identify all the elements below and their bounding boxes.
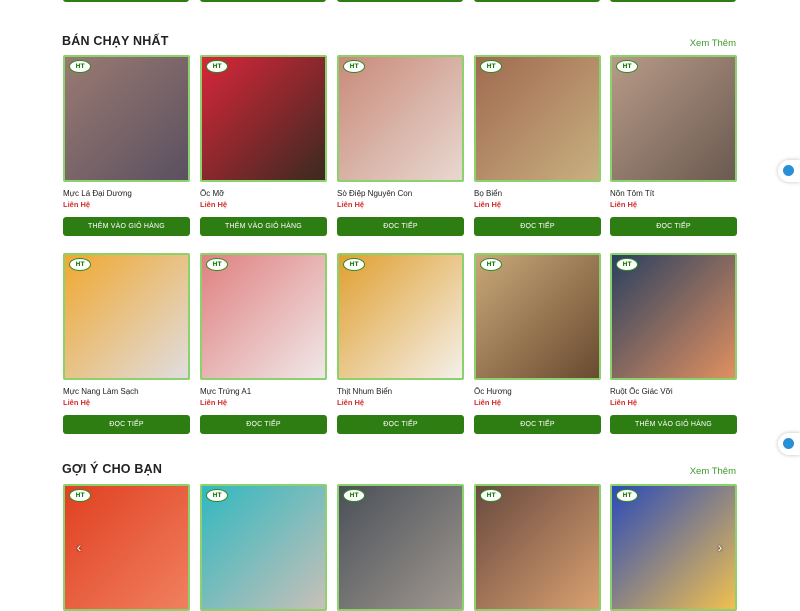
product-image[interactable]: HT [474, 55, 601, 182]
product-price: Liên Hệ [200, 398, 228, 407]
product-card[interactable]: HT Bọ Biển Liên Hệ ĐỌC TIẾP [474, 55, 601, 236]
product-photo [612, 255, 735, 378]
product-action-button[interactable]: THÊM VÀO GIỎ HÀNG [63, 217, 190, 236]
product-card[interactable]: HT Sò Điệp Nguyên Con Liên Hệ ĐỌC TIẾP [337, 55, 464, 236]
product-image[interactable]: HT [63, 55, 190, 182]
product-card[interactable]: HT Mực Trứng A1 Liên Hệ ĐỌC TIẾP [200, 253, 327, 434]
store-logo-icon: HT [616, 489, 638, 502]
product-photo [476, 255, 599, 378]
suggest-title: GỢI Ý CHO BẠN [62, 462, 163, 476]
product-image[interactable]: HT [200, 253, 327, 380]
product-card[interactable]: HT Mực Nang Làm Sạch Liên Hệ ĐỌC TIẾP [63, 253, 190, 434]
suggested-product-card[interactable]: HT [474, 484, 601, 611]
store-logo-icon: HT [343, 258, 365, 271]
product-photo [65, 57, 188, 180]
product-image[interactable]: HT [337, 55, 464, 182]
product-name[interactable]: Mực Nang Làm Sạch [63, 387, 190, 397]
product-image[interactable]: HT [474, 484, 601, 611]
product-card[interactable]: HT Thịt Nhum Biển Liên Hệ ĐỌC TIẾP [337, 253, 464, 434]
product-photo [202, 486, 325, 609]
store-logo-icon: HT [69, 258, 91, 271]
store-logo-icon: HT [480, 258, 502, 271]
product-photo [612, 57, 735, 180]
product-photo [339, 255, 462, 378]
product-action-button[interactable]: ĐỌC TIẾP [337, 415, 464, 434]
product-price: Liên Hệ [337, 398, 365, 407]
store-logo-icon: HT [343, 489, 365, 502]
product-image[interactable]: HT [610, 253, 737, 380]
product-image[interactable]: HT [474, 253, 601, 380]
product-photo [476, 57, 599, 180]
store-logo-icon: HT [69, 489, 91, 502]
product-card[interactable]: HT Ruột Ốc Giác Vỡi Liên Hệ THÊM VÀO GIỎ HÀ… [610, 253, 737, 434]
store-logo-icon: HT [616, 60, 638, 73]
product-image[interactable]: HT [337, 484, 464, 611]
store-logo-icon: HT [616, 258, 638, 271]
product-name[interactable]: Sò Điệp Nguyên Con [337, 189, 464, 199]
product-image[interactable]: HT [200, 484, 327, 611]
product-action-button[interactable]: ĐỌC TIẾP [63, 415, 190, 434]
prev-row-button-5[interactable] [610, 0, 736, 2]
store-logo-icon: HT [206, 60, 228, 73]
product-name[interactable]: Nõn Tôm Tít [610, 189, 737, 199]
product-action-button[interactable]: ĐỌC TIẾP [610, 217, 737, 236]
product-photo [202, 57, 325, 180]
prev-row-button-4[interactable] [474, 0, 600, 2]
product-name[interactable]: Mực Trứng A1 [200, 387, 327, 397]
product-price: Liên Hệ [63, 398, 91, 407]
product-photo [339, 486, 462, 609]
suggested-product-card[interactable]: HT [200, 484, 327, 611]
store-logo-icon: HT [206, 489, 228, 502]
store-logo-icon: HT [480, 489, 502, 502]
product-name[interactable]: Ruột Ốc Giác Vỡi [610, 387, 737, 397]
carousel-prev-arrow[interactable]: ‹ [72, 540, 86, 554]
product-action-button[interactable]: ĐỌC TIẾP [474, 217, 601, 236]
prev-row-button-2[interactable] [200, 0, 326, 2]
store-logo-icon: HT [480, 60, 502, 73]
product-name[interactable]: Mực Lá Đại Dương [63, 189, 190, 199]
carousel-next-arrow[interactable]: › [713, 540, 727, 554]
product-price: Liên Hệ [337, 200, 365, 209]
product-card[interactable]: HT Mực Lá Đại Dương Liên Hệ THÊM VÀO GIỎ HÀ… [63, 55, 190, 236]
product-photo [339, 57, 462, 180]
product-price: Liên Hệ [63, 200, 91, 209]
prev-row-button-3[interactable] [337, 0, 463, 2]
store-logo-icon: HT [343, 60, 365, 73]
chat-widget-icon[interactable] [778, 160, 800, 182]
product-price: Liên Hệ [610, 398, 638, 407]
product-action-button[interactable]: ĐỌC TIẾP [474, 415, 601, 434]
product-card[interactable]: HT Nõn Tôm Tít Liên Hệ ĐỌC TIẾP [610, 55, 737, 236]
bestseller-title: BÁN CHẠY NHẤT [62, 34, 169, 48]
product-photo [65, 255, 188, 378]
product-name[interactable]: Ốc Hương [474, 387, 601, 397]
suggested-product-card[interactable]: HT [337, 484, 464, 611]
product-image[interactable]: HT [63, 253, 190, 380]
product-action-button[interactable]: ĐỌC TIẾP [200, 415, 327, 434]
product-photo [202, 255, 325, 378]
product-name[interactable]: Ốc Mỡ [200, 189, 327, 199]
product-image[interactable]: HT [200, 55, 327, 182]
bestseller-see-more-link[interactable]: Xem Thêm [690, 38, 736, 49]
product-action-button[interactable]: THÊM VÀO GIỎ HÀNG [610, 415, 737, 434]
product-action-button[interactable]: THÊM VÀO GIỎ HÀNG [200, 217, 327, 236]
product-price: Liên Hệ [474, 200, 502, 209]
product-price: Liên Hệ [200, 200, 228, 209]
product-action-button[interactable]: ĐỌC TIẾP [337, 217, 464, 236]
product-image[interactable]: HT [337, 253, 464, 380]
product-card[interactable]: HT Ốc Mỡ Liên Hệ THÊM VÀO GIỎ HÀNG [200, 55, 327, 236]
product-price: Liên Hệ [610, 200, 638, 209]
chat-widget-icon-2[interactable] [778, 433, 800, 455]
product-price: Liên Hệ [474, 398, 502, 407]
product-card[interactable]: HT Ốc Hương Liên Hệ ĐỌC TIẾP [474, 253, 601, 434]
store-logo-icon: HT [206, 258, 228, 271]
product-name[interactable]: Bọ Biển [474, 189, 601, 199]
prev-row-button-1[interactable] [63, 0, 189, 2]
product-name[interactable]: Thịt Nhum Biển [337, 387, 464, 397]
suggest-see-more-link[interactable]: Xem Thêm [690, 466, 736, 477]
product-photo [476, 486, 599, 609]
product-image[interactable]: HT [610, 55, 737, 182]
store-logo-icon: HT [69, 60, 91, 73]
